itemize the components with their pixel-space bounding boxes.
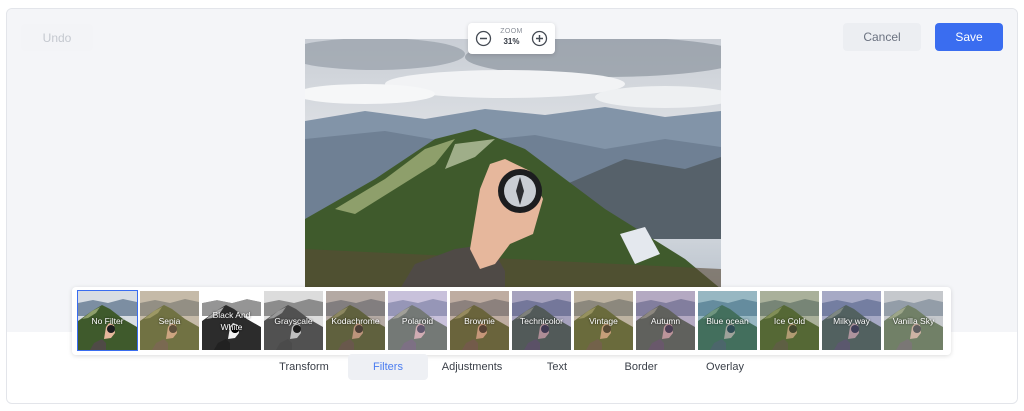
filter-label: Vanilla Sky — [892, 315, 935, 326]
filter-strip: No Filter Sepia Black And White Grayscale Ko… — [72, 287, 951, 355]
filter-label: Technicolor — [520, 315, 563, 326]
filter-label: Autumn — [650, 315, 681, 326]
filter-label: Black And White — [212, 309, 251, 332]
filter-label: Sepia — [158, 315, 181, 326]
filter-label: No Filter — [91, 315, 124, 326]
filter-thumb-vintage[interactable]: Vintage — [574, 291, 633, 350]
zoom-control: ZOOM 31% — [468, 23, 555, 54]
filter-thumb-technicolor[interactable]: Technicolor — [512, 291, 571, 350]
filter-thumb-milky-way[interactable]: Milky way — [822, 291, 881, 350]
filter-label: Brownie — [464, 315, 495, 326]
filter-thumb-black-and-white[interactable]: Black And White — [202, 291, 261, 350]
filter-thumb-kodachrome[interactable]: Kodachrome — [326, 291, 385, 350]
tab-overlay[interactable]: Overlay — [695, 354, 755, 380]
filter-thumb-no-filter[interactable]: No Filter — [77, 290, 138, 351]
filter-label: Kodachrome — [331, 315, 380, 326]
zoom-out-icon[interactable] — [475, 30, 492, 47]
undo-button[interactable]: Undo — [21, 24, 93, 51]
tab-transform[interactable]: Transform — [269, 354, 339, 380]
filter-label: Ice Cold — [773, 315, 806, 326]
tab-adjustments[interactable]: Adjustments — [435, 354, 509, 380]
filter-label: Milky way — [833, 315, 870, 326]
zoom-in-icon[interactable] — [531, 30, 548, 47]
canvas-area: Undo ZOOM 31% Cancel Save — [7, 9, 1017, 332]
preview-image — [305, 39, 721, 289]
zoom-value: 31% — [503, 37, 520, 46]
filter-thumb-blue-ocean[interactable]: Blue ocean — [698, 291, 757, 350]
filter-thumb-vanilla-sky[interactable]: Vanilla Sky — [884, 291, 943, 350]
image-editor: Undo ZOOM 31% Cancel Save No Filter Sepi… — [6, 8, 1018, 404]
cancel-button[interactable]: Cancel — [843, 23, 921, 51]
filter-thumb-grayscale[interactable]: Grayscale — [264, 291, 323, 350]
filter-label: Polaroid — [401, 315, 434, 326]
zoom-label: ZOOM — [500, 28, 523, 35]
filter-thumb-sepia[interactable]: Sepia — [140, 291, 199, 350]
save-button[interactable]: Save — [935, 23, 1003, 51]
filter-thumb-autumn[interactable]: Autumn — [636, 291, 695, 350]
filter-label: Blue ocean — [706, 315, 749, 326]
filter-thumb-ice-cold[interactable]: Ice Cold — [760, 291, 819, 350]
tab-border[interactable]: Border — [611, 354, 671, 380]
filter-thumb-brownie[interactable]: Brownie — [450, 291, 509, 350]
editor-tabs: Transform Filters Adjustments Text Borde… — [7, 354, 1017, 380]
tab-text[interactable]: Text — [527, 354, 587, 380]
filter-label: Grayscale — [274, 315, 313, 326]
filter-thumb-polaroid[interactable]: Polaroid — [388, 291, 447, 350]
filter-label: Vintage — [589, 315, 618, 326]
tab-filters[interactable]: Filters — [348, 354, 428, 380]
